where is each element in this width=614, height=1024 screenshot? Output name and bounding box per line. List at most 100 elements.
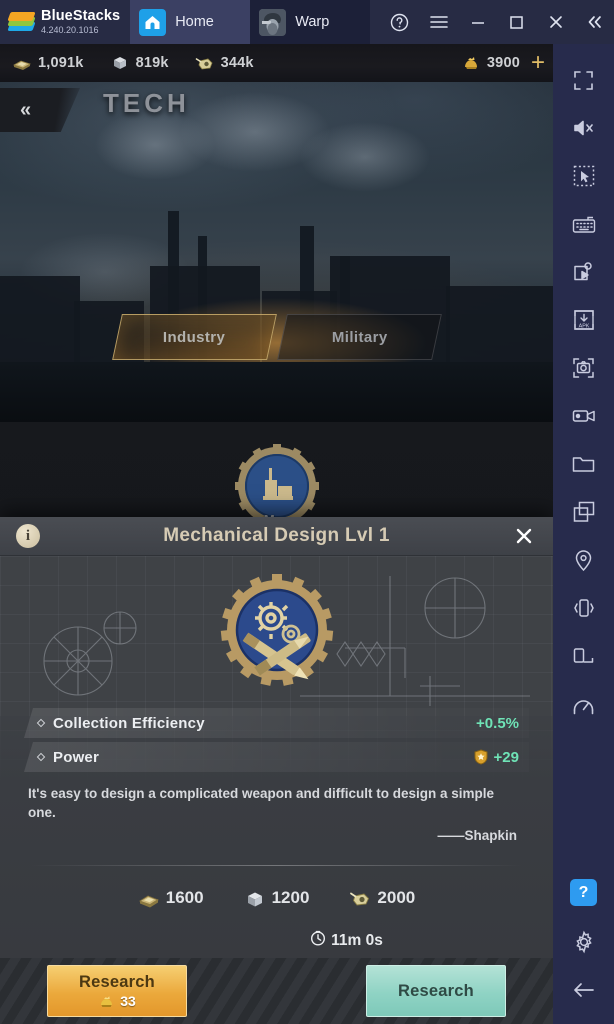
sidebar-bottom-group: ? xyxy=(562,879,606,1024)
gold-currency[interactable]: 3900 + xyxy=(461,51,545,75)
page-title: TECH xyxy=(103,88,190,118)
location-icon[interactable] xyxy=(562,536,606,584)
instant-research-cost-value: 33 xyxy=(120,993,136,1009)
steel-cost: 1200 xyxy=(244,888,310,908)
stat-value-group: +0.5% xyxy=(476,715,519,732)
mute-icon[interactable] xyxy=(562,104,606,152)
stat-value: +0.5% xyxy=(476,714,519,732)
game-stage: 1,091k 819k 344k 3900 + « TECH Industry … xyxy=(0,44,553,1024)
performance-gauge-icon[interactable] xyxy=(562,680,606,728)
gear-badge-with-crossed-bullets-icon xyxy=(220,574,333,686)
ground-strip xyxy=(0,362,553,422)
category-tabs: Industry Military xyxy=(0,314,553,360)
tab-industry-label: Industry xyxy=(162,328,226,346)
tab-home[interactable]: Home xyxy=(130,0,251,44)
metal-block-icon xyxy=(110,55,130,71)
oil-can-icon xyxy=(195,55,215,71)
clock-icon xyxy=(310,930,326,951)
money-resource[interactable]: 1,091k xyxy=(12,55,84,71)
description-text: It's easy to design a complicated weapon… xyxy=(28,786,495,821)
bluestacks-window: BlueStacks 4.240.20.1016 Home Warp 1,091… xyxy=(0,0,614,1024)
modal-body: Collection Efficiency +0.5% Power +29 It… xyxy=(0,556,553,1024)
titlebar: BlueStacks 4.240.20.1016 Home Warp xyxy=(0,0,614,44)
money-value: 1,091k xyxy=(38,55,84,71)
fullscreen-icon[interactable] xyxy=(562,56,606,104)
window-body: 1,091k 819k 344k 3900 + « TECH Industry … xyxy=(0,44,614,1024)
cash-stack-icon xyxy=(138,890,159,908)
svg-text:APK: APK xyxy=(578,324,589,330)
hamburger-icon[interactable] xyxy=(419,0,458,44)
research-button[interactable]: Research xyxy=(366,965,506,1017)
modal-header: i Mechanical Design Lvl 1 xyxy=(0,517,553,556)
modal-content: Collection Efficiency +0.5% Power +29 It… xyxy=(0,574,553,951)
instant-research-label: Research xyxy=(79,973,155,991)
modal-title: Mechanical Design Lvl 1 xyxy=(163,525,390,546)
description-author: ——Shapkin xyxy=(437,828,517,844)
bluestacks-logo-icon xyxy=(7,10,36,35)
money-cost-value: 1600 xyxy=(165,888,204,908)
stat-list: Collection Efficiency +0.5% Power +29 xyxy=(24,708,529,772)
settings-gear-icon[interactable] xyxy=(562,918,606,966)
steel-cost-value: 1200 xyxy=(271,888,310,908)
back-chevron-icon: « xyxy=(20,98,31,121)
stat-label: Power xyxy=(53,748,100,766)
bluestacks-sidebar: APK ? xyxy=(553,44,614,1024)
tab-military-label: Military xyxy=(331,328,387,346)
back-arrow-icon[interactable] xyxy=(562,966,606,1014)
instant-research-button[interactable]: Research 33 xyxy=(47,965,187,1017)
shake-icon[interactable] xyxy=(562,584,606,632)
oil-value: 344k xyxy=(220,55,254,71)
research-timer: 11m 0s xyxy=(164,930,529,951)
info-icon[interactable]: i xyxy=(16,524,40,548)
stat-value-group: +29 xyxy=(473,749,519,766)
divider xyxy=(30,865,523,867)
tab-military[interactable]: Military xyxy=(276,314,442,360)
question-circle-icon[interactable] xyxy=(380,0,419,44)
oil-resource[interactable]: 344k xyxy=(195,55,254,71)
tech-node[interactable]: Max xyxy=(234,444,319,528)
metal-block-icon xyxy=(244,890,264,907)
close-icon[interactable] xyxy=(536,0,575,44)
window-buttons xyxy=(380,0,614,44)
tab-industry[interactable]: Industry xyxy=(111,314,277,360)
steel-value: 819k xyxy=(135,55,169,71)
stat-row: Collection Efficiency +0.5% xyxy=(24,708,529,738)
media-folder-icon[interactable] xyxy=(562,440,606,488)
modal-actions: Research 33 Research xyxy=(0,958,553,1024)
screenshot-icon[interactable] xyxy=(562,344,606,392)
diamond-bullet-icon xyxy=(36,752,46,762)
resource-bar: 1,091k 819k 344k 3900 + xyxy=(0,44,553,82)
keyboard-controls-icon[interactable] xyxy=(562,200,606,248)
smoke-puff xyxy=(300,122,430,192)
diamond-bullet-icon xyxy=(36,718,46,728)
cash-stack-icon xyxy=(12,55,32,71)
maximize-icon[interactable] xyxy=(497,0,536,44)
record-video-icon[interactable] xyxy=(562,392,606,440)
gold-value: 3900 xyxy=(486,55,520,71)
double-chevron-left-icon[interactable] xyxy=(575,0,614,44)
minimize-icon[interactable] xyxy=(458,0,497,44)
oil-cost: 2000 xyxy=(349,888,415,908)
help-button[interactable]: ? xyxy=(570,879,597,906)
add-gold-button[interactable]: + xyxy=(531,51,545,75)
steel-resource[interactable]: 819k xyxy=(110,55,169,71)
install-apk-icon[interactable]: APK xyxy=(562,296,606,344)
gold-bag-icon xyxy=(101,996,113,1007)
tech-detail-modal: i Mechanical Design Lvl 1 Collection Eff… xyxy=(0,517,553,1024)
brand-version: 4.240.20.1016 xyxy=(41,24,99,35)
macro-play-icon[interactable] xyxy=(562,248,606,296)
oil-cost-value: 2000 xyxy=(377,888,416,908)
brand-name: BlueStacks xyxy=(41,8,121,25)
emblem-container xyxy=(24,574,529,686)
multi-instance-icon[interactable] xyxy=(562,488,606,536)
close-icon[interactable] xyxy=(509,521,539,551)
cursor-select-icon[interactable] xyxy=(562,152,606,200)
stat-row: Power +29 xyxy=(24,742,529,772)
game-avatar-icon xyxy=(259,8,287,36)
tab-warp[interactable]: Warp xyxy=(250,0,371,44)
oil-can-icon xyxy=(349,890,370,906)
gold-bag-icon xyxy=(461,55,481,71)
rotate-icon[interactable] xyxy=(562,632,606,680)
tab-home-label: Home xyxy=(175,14,214,30)
stat-label: Collection Efficiency xyxy=(53,714,205,732)
